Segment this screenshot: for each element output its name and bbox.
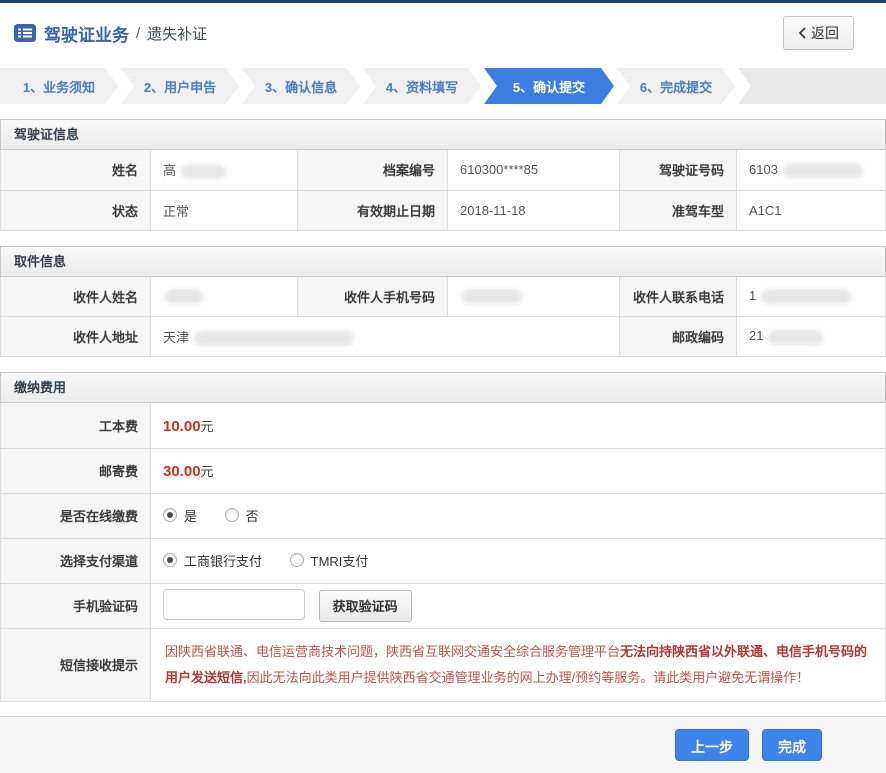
table-row: 姓名 高 档案编号 610300****85 驾驶证号码 6103	[1, 150, 886, 190]
redacted-value	[181, 164, 226, 179]
radio-selected-icon	[163, 553, 177, 567]
pay-channel-options: 工商银行支付 TMRI支付	[151, 538, 886, 583]
valid-until-label: 有效期止日期	[298, 190, 448, 230]
license-info-section: 驾驶证信息 姓名 高 档案编号 610300****85 驾驶证号码 6103 …	[0, 119, 886, 231]
recipient-mobile-value	[448, 277, 620, 317]
name-value: 高	[151, 150, 298, 190]
postal-code-label: 邮政编码	[620, 317, 737, 357]
valid-until-value: 2018-11-18	[448, 190, 620, 230]
radio-label: 否	[246, 506, 259, 525]
vehicle-class-value: A1C1	[737, 190, 886, 230]
payment-section: 缴纳费用 工本费 10.00元 邮寄费 30.00元 是否在线缴费 是 否 选择…	[0, 372, 886, 702]
redacted-value	[761, 289, 851, 304]
radio-label: 工商银行支付	[184, 551, 262, 570]
redacted-value	[462, 289, 522, 304]
license-number-label: 驾驶证号码	[620, 150, 737, 190]
status-value: 正常	[151, 190, 298, 230]
sms-notice-cell: 因陕西省联通、电信运营商技术问题，陕西省互联网交通安全综合服务管理平台无法向持陕…	[151, 628, 886, 701]
table-row: 是否在线缴费 是 否	[1, 493, 886, 538]
redacted-value	[194, 331, 354, 346]
step-1-business-notice[interactable]: 1、业务须知	[0, 68, 118, 104]
name-label: 姓名	[1, 150, 151, 190]
list-document-icon	[14, 24, 36, 42]
step-wizard: 1、业务须知 2、用户申告 3、确认信息 4、资料填写 5、确认提交 6、完成提…	[0, 68, 886, 104]
recipient-address-value: 天津	[151, 317, 620, 357]
radio-online-pay-no[interactable]: 否	[225, 506, 259, 525]
breadcrumb-current: 遗失补证	[147, 23, 207, 44]
online-pay-options: 是 否	[151, 493, 886, 538]
chevron-left-icon	[798, 27, 806, 39]
table-row: 收件人地址 天津 邮政编码 21	[1, 317, 886, 357]
table-row: 选择支付渠道 工商银行支付 TMRI支付	[1, 538, 886, 583]
license-info-section-title: 驾驶证信息	[0, 119, 886, 150]
recipient-address-label: 收件人地址	[1, 317, 151, 357]
pickup-info-section-title: 取件信息	[0, 246, 886, 277]
mail-fee-label: 邮寄费	[1, 448, 151, 493]
online-pay-label: 是否在线缴费	[1, 493, 151, 538]
sms-code-cell: 获取验证码	[151, 583, 886, 628]
pickup-info-section: 取件信息 收件人姓名 收件人手机号码 收件人联系电话 1 收件人地址 天津 邮政…	[0, 246, 886, 358]
step-bar-filler	[738, 68, 886, 104]
redacted-value	[165, 289, 203, 304]
radio-unselected-icon	[290, 553, 304, 567]
recipient-mobile-label: 收件人手机号码	[298, 277, 448, 317]
file-number-label: 档案编号	[298, 150, 448, 190]
table-row: 邮寄费 30.00元	[1, 448, 886, 493]
pickup-info-table: 收件人姓名 收件人手机号码 收件人联系电话 1 收件人地址 天津 邮政编码 21	[0, 277, 886, 358]
recipient-name-value	[151, 277, 298, 317]
previous-step-button[interactable]: 上一步	[675, 729, 749, 761]
license-info-table: 姓名 高 档案编号 610300****85 驾驶证号码 6103 状态 正常 …	[0, 150, 886, 231]
step-2-user-declaration[interactable]: 2、用户申告	[121, 68, 239, 104]
table-row: 手机验证码 获取验证码	[1, 583, 886, 628]
footer-action-bar: 上一步 完成	[0, 716, 886, 773]
table-row: 短信接收提示 因陕西省联通、电信运营商技术问题，陕西省互联网交通安全综合服务管理…	[1, 628, 886, 701]
step-6-complete-submit[interactable]: 6、完成提交	[617, 68, 735, 104]
postal-code-value: 21	[737, 317, 886, 357]
payment-table: 工本费 10.00元 邮寄费 30.00元 是否在线缴费 是 否 选择支付渠道 …	[0, 403, 886, 702]
step-3-confirm-info[interactable]: 3、确认信息	[242, 68, 360, 104]
recipient-phone-value: 1	[737, 277, 886, 317]
file-number-value: 610300****85	[448, 150, 620, 190]
license-number-value: 6103	[737, 150, 886, 190]
radio-label: 是	[184, 506, 197, 525]
radio-label: TMRI支付	[311, 551, 369, 570]
step-4-fill-data[interactable]: 4、资料填写	[363, 68, 481, 104]
table-row: 收件人姓名 收件人手机号码 收件人联系电话 1	[1, 277, 886, 317]
table-row: 工本费 10.00元	[1, 403, 886, 448]
recipient-name-label: 收件人姓名	[1, 277, 151, 317]
sms-notice-label: 短信接收提示	[1, 628, 151, 701]
recipient-phone-label: 收件人联系电话	[620, 277, 737, 317]
table-row: 状态 正常 有效期止日期 2018-11-18 准驾车型 A1C1	[1, 190, 886, 230]
page-title: 驾驶证业务	[44, 21, 129, 46]
status-label: 状态	[1, 190, 151, 230]
get-sms-code-button[interactable]: 获取验证码	[319, 590, 412, 622]
sms-code-label: 手机验证码	[1, 583, 151, 628]
finish-button[interactable]: 完成	[762, 729, 822, 761]
redacted-value	[783, 163, 863, 178]
radio-channel-icbc[interactable]: 工商银行支付	[163, 551, 262, 570]
radio-online-pay-yes[interactable]: 是	[163, 506, 197, 525]
mail-fee-value: 30.00元	[151, 448, 886, 493]
radio-selected-icon	[163, 508, 177, 522]
back-button[interactable]: 返回	[783, 16, 854, 50]
radio-channel-tmri[interactable]: TMRI支付	[290, 551, 369, 570]
radio-unselected-icon	[225, 508, 239, 522]
payment-section-title: 缴纳费用	[0, 372, 886, 403]
back-button-label: 返回	[811, 23, 839, 43]
sms-code-input[interactable]	[163, 589, 305, 620]
page-header: 驾驶证业务 / 遗失补证 返回	[0, 3, 886, 62]
sms-notice-text: 因陕西省联通、电信运营商技术问题，陕西省互联网交通安全综合服务管理平台无法向持陕…	[165, 639, 871, 691]
redacted-value	[768, 330, 823, 345]
work-fee-value: 10.00元	[151, 403, 886, 448]
breadcrumb-separator: /	[136, 25, 140, 42]
vehicle-class-label: 准驾车型	[620, 190, 737, 230]
work-fee-label: 工本费	[1, 403, 151, 448]
pay-channel-label: 选择支付渠道	[1, 538, 151, 583]
step-5-confirm-submit-active[interactable]: 5、确认提交	[484, 68, 614, 104]
